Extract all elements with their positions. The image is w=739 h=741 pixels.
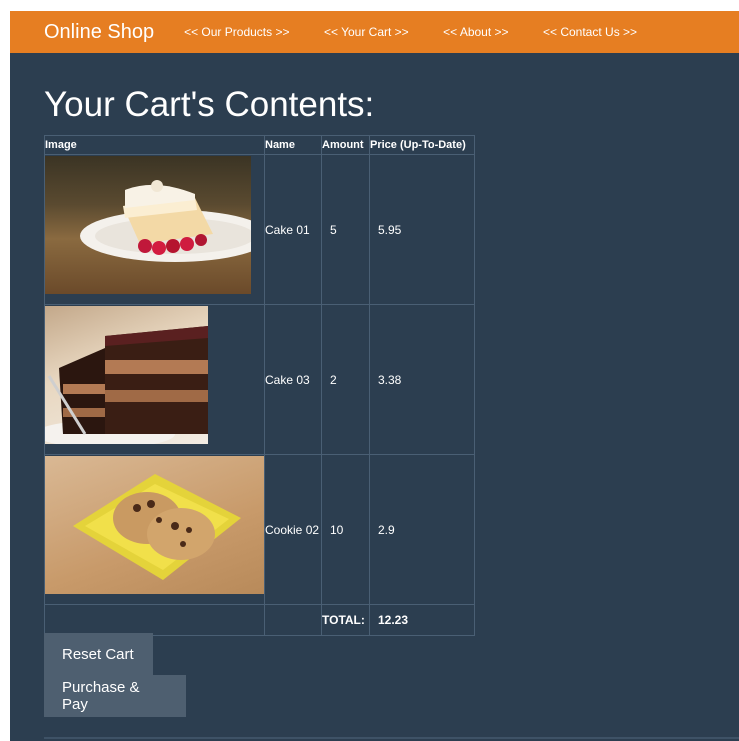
footer-divider (44, 737, 739, 739)
item-amount: 5 (321, 154, 370, 305)
total-row: TOTAL: 12.23 (44, 604, 475, 636)
cart-table: Image Name Amount Price (Up-To-Date) Cak… (44, 135, 475, 636)
nav-your-cart[interactable]: << Your Cart >> (324, 25, 409, 39)
nav-links: << Our Products >> << Your Cart >> << Ab… (184, 23, 667, 41)
table-row: Cookie 02 10 2.9 (44, 454, 475, 605)
empty-cell (264, 604, 322, 636)
header-image: Image (44, 135, 265, 155)
item-price: 2.9 (369, 454, 475, 605)
empty-cell (44, 604, 265, 636)
brand-link[interactable]: Online Shop (44, 21, 154, 44)
chocolate-cake-slice-image (45, 306, 208, 444)
item-name: Cake 01 (264, 154, 322, 305)
item-price: 3.38 (369, 304, 475, 455)
image-cell (44, 454, 265, 605)
total-value: 12.23 (369, 604, 475, 636)
image-cell (44, 154, 265, 305)
total-label: TOTAL: (321, 604, 370, 636)
purchase-pay-button[interactable]: Purchase & Pay (44, 675, 186, 717)
header-price: Price (Up-To-Date) (369, 135, 475, 155)
cake-slice-raspberry-image (45, 156, 251, 294)
table-header-row: Image Name Amount Price (Up-To-Date) (44, 135, 475, 155)
reset-cart-button[interactable]: Reset Cart (44, 633, 153, 675)
nav-our-products[interactable]: << Our Products >> (184, 25, 289, 39)
item-amount: 2 (321, 304, 370, 455)
nav-contact-us[interactable]: << Contact Us >> (543, 25, 637, 39)
item-amount: 10 (321, 454, 370, 605)
top-navbar: Online Shop << Our Products >> << Your C… (10, 11, 739, 53)
page-title: Your Cart's Contents: (44, 85, 375, 124)
nav-about[interactable]: << About >> (443, 25, 508, 39)
header-amount: Amount (321, 135, 370, 155)
table-row: Cake 01 5 5.95 (44, 154, 475, 305)
cookies-plate-image (45, 456, 264, 594)
table-row: Cake 03 2 3.38 (44, 304, 475, 455)
header-name: Name (264, 135, 322, 155)
image-cell (44, 304, 265, 455)
item-price: 5.95 (369, 154, 475, 305)
item-name: Cake 03 (264, 304, 322, 455)
item-name: Cookie 02 (264, 454, 322, 605)
page-frame: Online Shop << Our Products >> << Your C… (10, 11, 739, 741)
